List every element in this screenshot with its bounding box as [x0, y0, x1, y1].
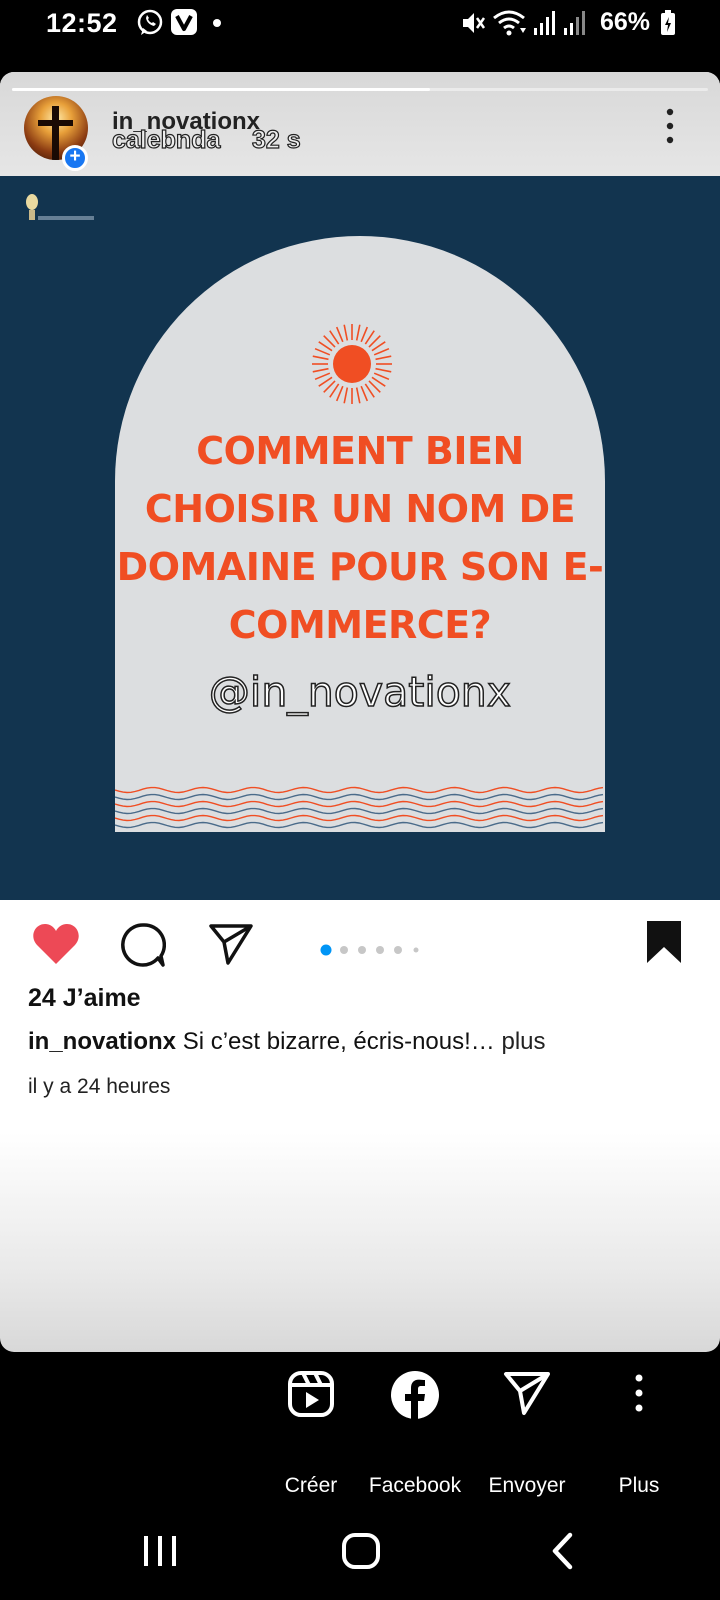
recents-icon[interactable] [140, 1530, 180, 1572]
more-vertical-icon [635, 1374, 643, 1412]
post-image[interactable]: COMMENT BIEN CHOISIR UN NOM DE DOMAINE P… [0, 176, 720, 900]
caption-text: Si c’est bizarre, écris-nous!… [182, 1028, 495, 1055]
post-actions [0, 900, 720, 990]
signal-icon-2 [564, 11, 585, 35]
wifi-icon [493, 10, 526, 36]
story-progress-bar [12, 88, 708, 91]
carousel-indicator [320, 944, 419, 956]
carousel-dot [394, 946, 402, 954]
share-create-button[interactable]: Créer [256, 1370, 366, 1497]
whatsapp-icon [137, 9, 163, 35]
post-timestamp: il y a 24 heures [28, 1075, 171, 1098]
back-icon[interactable] [548, 1530, 576, 1572]
facebook-icon [391, 1371, 439, 1419]
signal-icon [534, 11, 555, 35]
like-heart-icon[interactable] [32, 922, 80, 966]
sharer-name[interactable]: calebnda [111, 125, 221, 155]
carousel-dot [320, 944, 332, 956]
post-headline: COMMENT BIEN CHOISIR UN NOM DE DOMAINE P… [116, 429, 604, 647]
vivo-icon [171, 9, 197, 35]
status-bar: 12:52 66% [0, 0, 720, 52]
story-progress-fill [12, 88, 430, 91]
sun-icon [312, 324, 392, 404]
battery-charging-icon [661, 10, 675, 35]
carousel-dot [340, 946, 348, 954]
notification-dot [213, 19, 221, 27]
save-bookmark-icon[interactable] [646, 920, 682, 964]
share-facebook-button[interactable]: Facebook [360, 1370, 470, 1497]
caption-username[interactable]: in_novationx [28, 1028, 176, 1055]
carousel-dot [413, 947, 419, 953]
decorative-waves [115, 786, 604, 829]
home-icon[interactable] [340, 1530, 382, 1572]
share-more-button[interactable]: Plus [584, 1370, 694, 1497]
story-header: + in_novationx calebnda 32 s [0, 72, 720, 176]
send-icon [504, 1372, 550, 1415]
brand-logo [26, 194, 94, 220]
story-elapsed-time: 32 s [251, 125, 301, 154]
battery-level: 66% [600, 8, 651, 36]
share-send-label: Envoyer [488, 1474, 566, 1497]
reels-icon [288, 1371, 334, 1417]
share-facebook-label: Facebook [368, 1474, 462, 1497]
caption-more-link[interactable]: plus [501, 1028, 545, 1055]
post-caption: in_novationx Si c’est bizarre, écris-nou… [28, 1028, 546, 1056]
status-time: 12:52 [46, 8, 118, 38]
mute-icon [463, 13, 486, 33]
share-more-label: Plus [618, 1474, 660, 1497]
add-story-badge[interactable]: + [62, 145, 88, 171]
carousel-dot [358, 946, 366, 954]
post-handle: @in_novationx [208, 667, 512, 717]
carousel-dot [376, 946, 384, 954]
share-create-label: Créer [284, 1474, 338, 1497]
comment-icon[interactable] [120, 922, 166, 968]
share-send-icon[interactable] [208, 922, 254, 966]
likes-count[interactable]: 24 J’aime [28, 984, 141, 1013]
share-send-button[interactable]: Envoyer [472, 1370, 582, 1497]
more-options-icon[interactable] [660, 106, 680, 146]
story-card[interactable]: + in_novationx calebnda 32 s COMMENT BIE… [0, 72, 720, 1352]
